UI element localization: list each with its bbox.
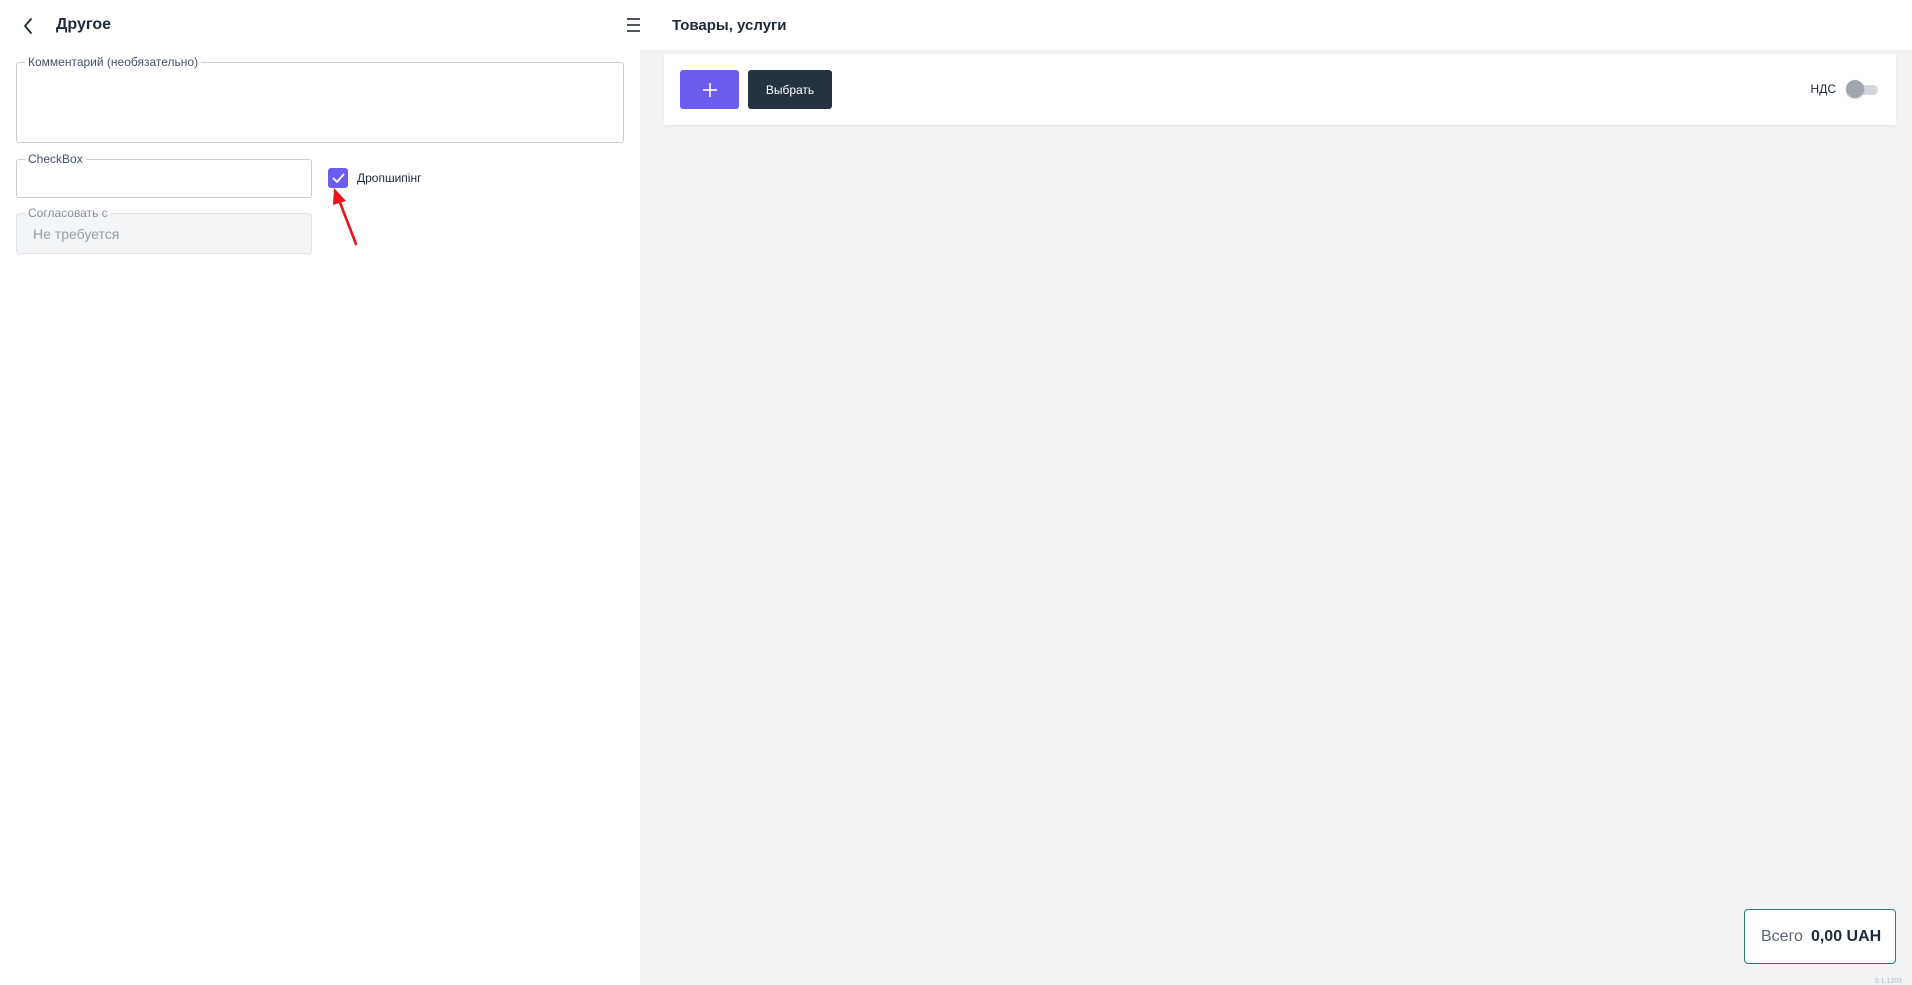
left-header: Другое bbox=[0, 0, 643, 52]
comment-field: Комментарий (необязательно) bbox=[16, 55, 624, 143]
checkbox-box[interactable] bbox=[328, 168, 348, 188]
version-label: 0.1.1203 bbox=[1874, 978, 1902, 985]
goods-toolbar: Выбрать НДС bbox=[664, 54, 1896, 125]
annotation-arrow-icon bbox=[333, 188, 358, 246]
total-value: 0,00 UAH bbox=[1810, 927, 1882, 945]
section-title: Товары, услуги bbox=[672, 17, 787, 34]
page-title: Другое bbox=[56, 16, 111, 33]
right-panel: Товары, услуги Выбрать НДС Всего 0,00 UA… bbox=[640, 0, 1912, 985]
checkbox-field-label: CheckBox bbox=[25, 152, 86, 166]
dropshipping-checkbox[interactable]: Дропшипінг bbox=[328, 168, 421, 188]
total-summary: Всего 0,00 UAH bbox=[1744, 909, 1896, 964]
dropshipping-label: Дропшипінг bbox=[357, 171, 422, 185]
vat-toggle-group: НДС bbox=[1811, 79, 1880, 99]
select-button[interactable]: Выбрать bbox=[748, 70, 832, 109]
chevron-left-icon bbox=[24, 18, 32, 34]
approve-with-label: Согласовать с bbox=[25, 206, 111, 220]
total-label: Всего bbox=[1761, 927, 1803, 945]
checkbox-field: CheckBox bbox=[16, 152, 312, 198]
vat-label: НДС bbox=[1810, 82, 1836, 96]
left-panel: Другое Комментарий (необязательно) Check… bbox=[0, 0, 643, 985]
comment-label: Комментарий (необязательно) bbox=[25, 55, 202, 69]
toggle-knob bbox=[1846, 80, 1864, 98]
checkmark-icon bbox=[332, 173, 344, 183]
plus-icon bbox=[702, 82, 717, 97]
add-button[interactable] bbox=[680, 70, 739, 109]
back-button[interactable] bbox=[18, 15, 38, 37]
approve-with-field: Согласовать с bbox=[16, 206, 312, 254]
comment-input[interactable] bbox=[17, 63, 623, 142]
right-header: Товары, услуги bbox=[640, 0, 1912, 50]
vat-toggle[interactable] bbox=[1846, 79, 1880, 99]
